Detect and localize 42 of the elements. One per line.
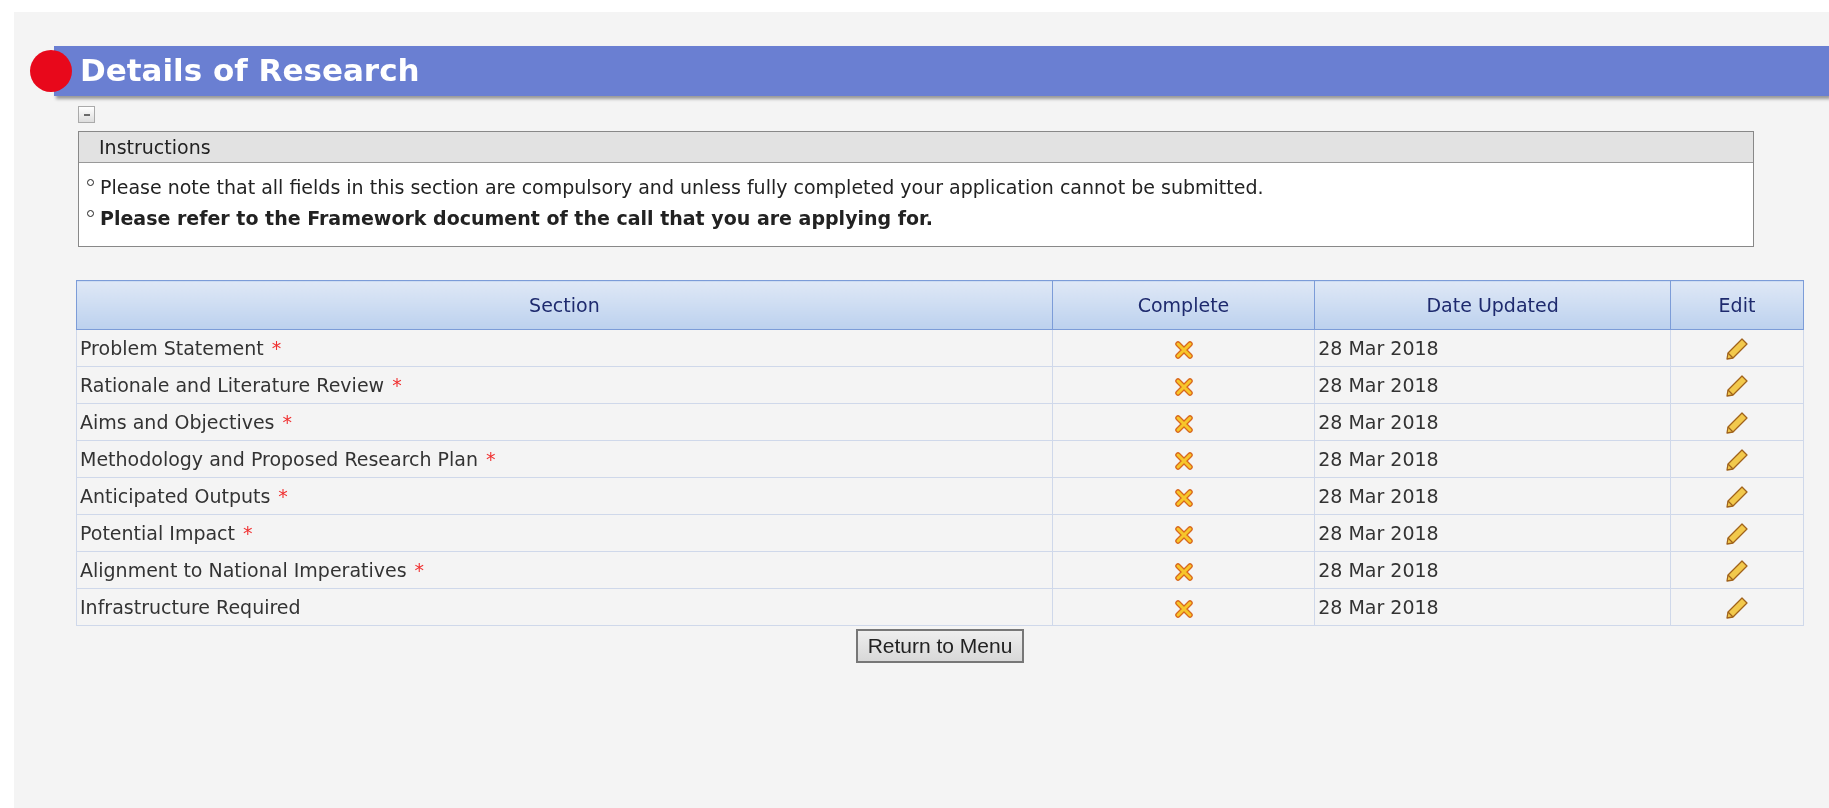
pencil-icon[interactable] <box>1725 373 1749 398</box>
page-title: Details of Research <box>54 46 1829 96</box>
date-cell: 28 Mar 2018 <box>1314 588 1671 626</box>
pencil-icon[interactable] <box>1725 595 1749 620</box>
required-mark: * <box>414 559 425 582</box>
section-name: Methodology and Proposed Research Plan <box>80 448 479 471</box>
section-name: Rationale and Literature Review <box>80 374 385 397</box>
column-header: Section <box>76 280 1053 330</box>
column-header: Date Updated <box>1314 280 1671 330</box>
date-cell: 28 Mar 2018 <box>1314 477 1671 515</box>
instructions-title: Instructions <box>79 132 1753 163</box>
instruction-text: Please note that all fields in this section are compulsory and unless fully completed your application cannot be submitted. <box>100 175 1264 200</box>
status-dot-icon <box>30 50 72 92</box>
required-mark: * <box>486 448 496 471</box>
section-name: Problem Statement <box>80 337 264 360</box>
required-mark: * <box>282 411 292 434</box>
date-cell: 28 Mar 2018 <box>1314 551 1671 589</box>
instruction-text: Please refer to the Framework document of the call that you are applying for. <box>100 205 933 231</box>
pencil-icon[interactable] <box>1725 336 1749 361</box>
pencil-icon[interactable] <box>1725 410 1749 435</box>
column-header: Edit <box>1670 280 1804 330</box>
collapse-icon[interactable] <box>78 106 95 123</box>
pencil-icon[interactable] <box>1725 447 1749 472</box>
date-cell: 28 Mar 2018 <box>1314 366 1671 404</box>
date-cell: 28 Mar 2018 <box>1314 514 1671 552</box>
return-button[interactable]: Return to Menu <box>855 629 1025 664</box>
required-mark: * <box>271 337 282 360</box>
column-header: Complete <box>1052 280 1315 330</box>
date-cell: 28 Mar 2018 <box>1314 440 1671 478</box>
section-name: Anticipated Outputs <box>80 485 271 508</box>
section-name: Aims and Objectives <box>80 411 275 434</box>
section-name: Infrastructure Required <box>80 596 301 619</box>
date-cell: 28 Mar 2018 <box>1314 403 1671 441</box>
pencil-icon[interactable] <box>1725 484 1749 509</box>
date-cell: 28 Mar 2018 <box>1314 329 1671 367</box>
pencil-icon[interactable] <box>1725 558 1749 583</box>
required-mark: * <box>392 374 402 397</box>
required-mark: * <box>243 522 253 545</box>
pencil-icon[interactable] <box>1725 521 1749 546</box>
section-name: Alignment to National Imperatives <box>80 559 407 582</box>
required-mark: * <box>278 485 288 508</box>
section-name: Potential Impact <box>80 522 235 545</box>
